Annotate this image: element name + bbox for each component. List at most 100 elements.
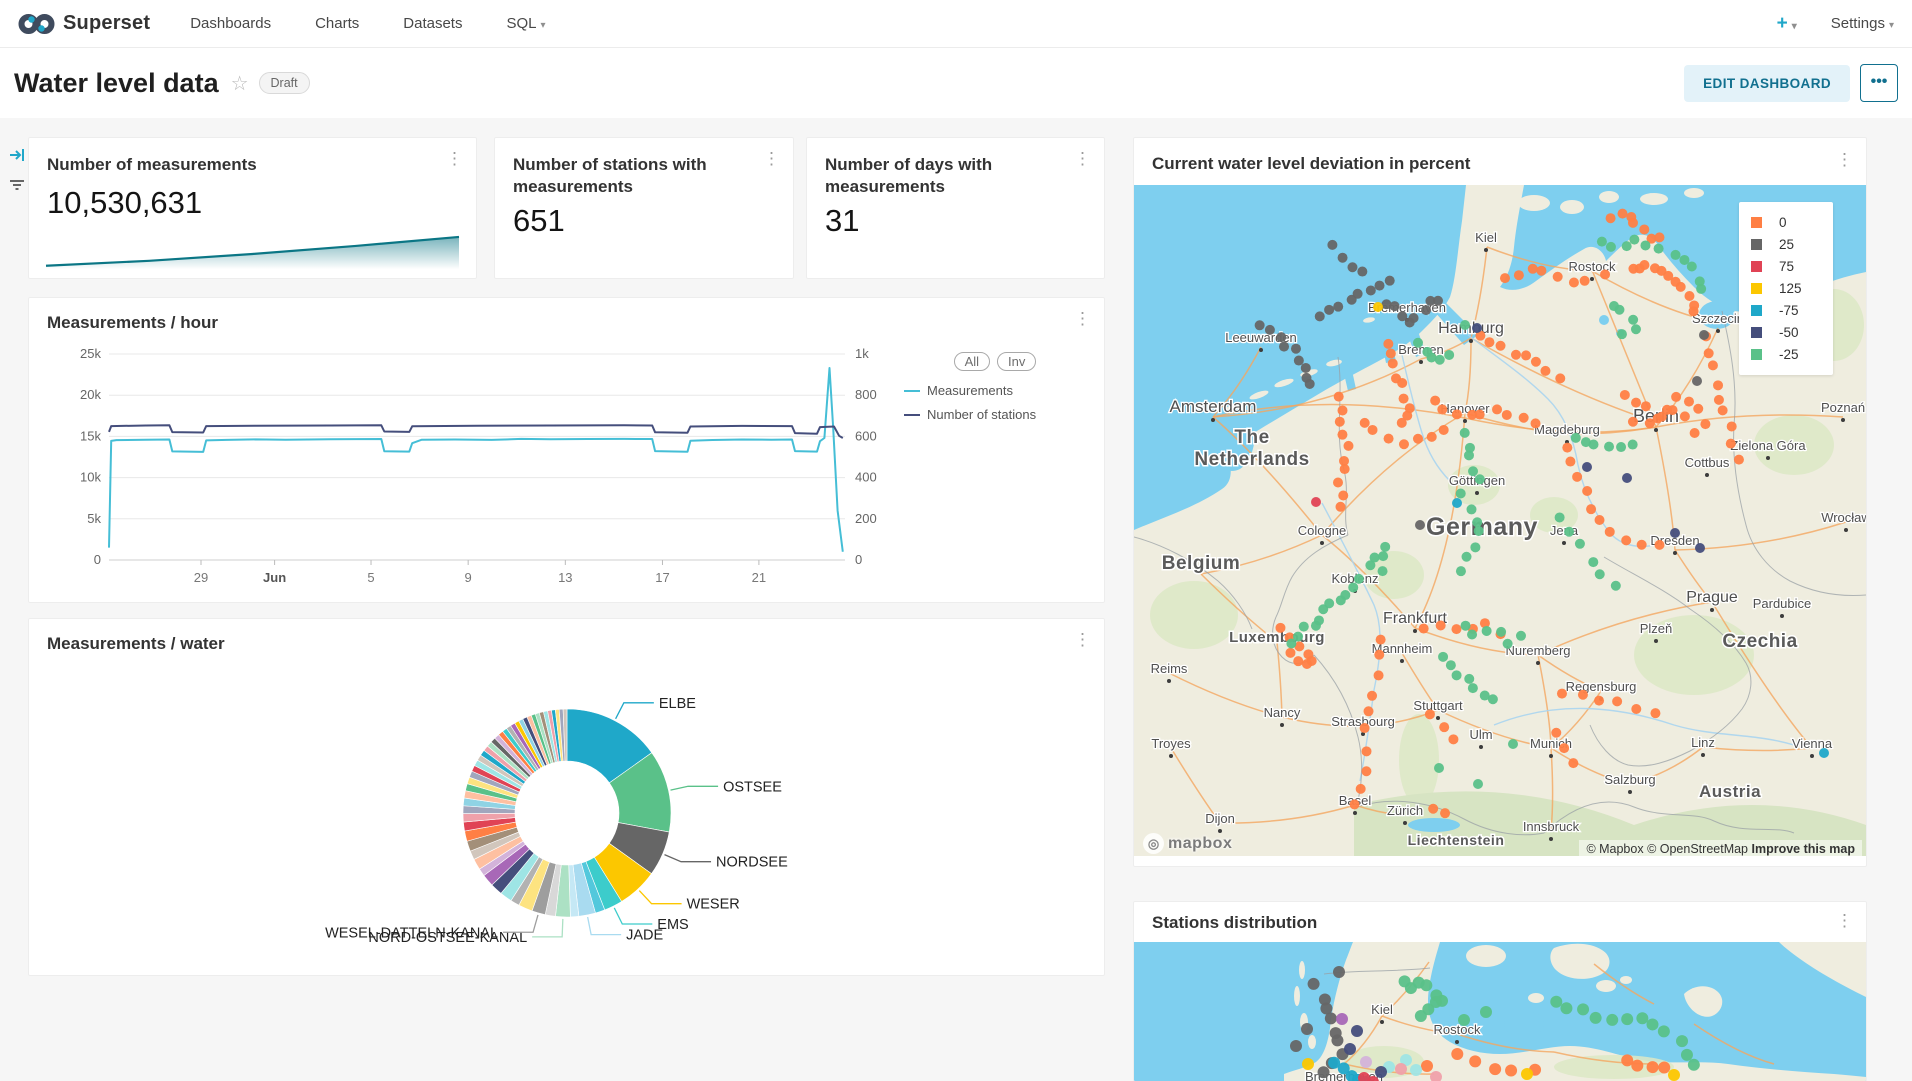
nav-item-sql[interactable]: SQL▾ xyxy=(506,15,545,32)
station-dot[interactable] xyxy=(1662,405,1672,415)
station-dot[interactable] xyxy=(1645,419,1655,429)
nav-item-charts[interactable]: Charts xyxy=(315,15,359,32)
station-dot[interactable] xyxy=(1604,442,1614,452)
station-dot[interactable] xyxy=(1360,418,1370,428)
station-dot[interactable] xyxy=(1265,325,1275,335)
station-dot[interactable] xyxy=(1469,1056,1481,1068)
station-dot[interactable] xyxy=(1343,441,1353,451)
station-dot[interactable] xyxy=(1668,1069,1680,1081)
station-dot[interactable] xyxy=(1444,350,1454,360)
station-dot[interactable] xyxy=(1421,1060,1433,1072)
station-dot[interactable] xyxy=(1386,349,1396,359)
station-dot[interactable] xyxy=(1299,622,1309,632)
station-dot[interactable] xyxy=(1684,291,1694,301)
station-dot[interactable] xyxy=(1468,467,1478,477)
station-dot[interactable] xyxy=(1621,1014,1633,1026)
station-dot[interactable] xyxy=(1480,1006,1492,1018)
add-new-button[interactable]: +▾ xyxy=(1777,13,1797,35)
card-menu-kebab-icon[interactable]: ⋮ xyxy=(1074,310,1091,327)
station-dot[interactable] xyxy=(1333,966,1345,978)
station-dot[interactable] xyxy=(1572,472,1582,482)
station-dot[interactable] xyxy=(1474,526,1484,536)
station-dot[interactable] xyxy=(1428,804,1438,814)
station-dot[interactable] xyxy=(1575,539,1585,549)
map-legend-item[interactable]: 0 xyxy=(1751,215,1821,230)
edit-dashboard-button[interactable]: EDIT DASHBOARD xyxy=(1684,65,1850,102)
station-dot[interactable] xyxy=(1595,570,1605,580)
station-dot[interactable] xyxy=(1385,276,1395,286)
expand-filter-bar-icon[interactable] xyxy=(8,146,26,164)
station-dot[interactable] xyxy=(1681,1049,1693,1061)
station-dot[interactable] xyxy=(1650,709,1660,719)
station-dot[interactable] xyxy=(1631,1060,1643,1072)
dashboard-more-button[interactable]: ••• xyxy=(1860,64,1898,102)
station-dot[interactable] xyxy=(1516,631,1526,641)
station-dot[interactable] xyxy=(1464,451,1474,461)
station-dot[interactable] xyxy=(1586,505,1596,515)
station-dot[interactable] xyxy=(1360,723,1370,733)
station-dot[interactable] xyxy=(1286,639,1296,649)
card-menu-kebab-icon[interactable]: ⋮ xyxy=(446,150,463,167)
station-dot[interactable] xyxy=(1605,527,1615,537)
station-dot[interactable] xyxy=(1378,567,1388,577)
station-dot[interactable] xyxy=(1594,696,1604,706)
station-dot[interactable] xyxy=(1336,1013,1348,1025)
station-dot[interactable] xyxy=(1395,1063,1407,1075)
station-dot[interactable] xyxy=(1354,574,1364,584)
station-dot[interactable] xyxy=(1654,233,1664,243)
station-dot[interactable] xyxy=(1413,434,1423,444)
station-dot[interactable] xyxy=(1689,307,1699,317)
station-dot[interactable] xyxy=(1285,648,1295,658)
station-dot[interactable] xyxy=(1714,395,1724,405)
station-dot[interactable] xyxy=(1421,306,1431,316)
station-dot[interactable] xyxy=(1294,356,1304,366)
map-viewport[interactable]: TheNetherlandsBelgiumLuxembourgGermanyCz… xyxy=(1134,185,1866,861)
nav-item-dashboards[interactable]: Dashboards xyxy=(190,15,271,32)
station-dot[interactable] xyxy=(1622,242,1632,252)
station-dot[interactable] xyxy=(1564,527,1574,537)
station-dot[interactable] xyxy=(1647,1062,1659,1074)
station-dot[interactable] xyxy=(1521,351,1531,361)
map-legend-item[interactable]: 75 xyxy=(1751,259,1821,274)
station-dot[interactable] xyxy=(1384,434,1394,444)
station-dot[interactable] xyxy=(1305,379,1315,389)
station-dot[interactable] xyxy=(1606,1014,1618,1026)
station-dot[interactable] xyxy=(1344,1043,1356,1055)
station-dot[interactable] xyxy=(1519,413,1529,423)
station-dot[interactable] xyxy=(1636,1013,1648,1025)
station-dot[interactable] xyxy=(1688,1059,1700,1071)
station-dot[interactable] xyxy=(1425,710,1435,720)
station-dot[interactable] xyxy=(1718,406,1728,416)
station-dot[interactable] xyxy=(1734,455,1744,465)
station-dot[interactable] xyxy=(1631,398,1641,408)
station-dot[interactable] xyxy=(1399,394,1409,404)
station-dot[interactable] xyxy=(1466,505,1476,515)
station-dot[interactable] xyxy=(1311,497,1321,507)
legend-all-button[interactable]: All xyxy=(954,352,990,371)
map-legend-item[interactable]: -50 xyxy=(1751,325,1821,340)
station-dot[interactable] xyxy=(1361,767,1371,777)
station-dot[interactable] xyxy=(1693,404,1703,414)
station-dot[interactable] xyxy=(1350,800,1360,810)
station-dot[interactable] xyxy=(1275,623,1285,633)
station-dot[interactable] xyxy=(1540,366,1550,376)
station-dot[interactable] xyxy=(1531,419,1541,429)
station-dot[interactable] xyxy=(1640,241,1650,251)
station-dot[interactable] xyxy=(1536,266,1546,276)
station-dot[interactable] xyxy=(1374,671,1384,681)
filter-icon[interactable] xyxy=(8,176,26,194)
station-dot[interactable] xyxy=(1348,583,1358,593)
station-dot[interactable] xyxy=(1580,276,1590,286)
station-dot[interactable] xyxy=(1470,543,1480,553)
station-dot[interactable] xyxy=(1458,1014,1470,1026)
station-dot[interactable] xyxy=(1699,330,1709,340)
station-dot[interactable] xyxy=(1639,225,1649,235)
station-dot[interactable] xyxy=(1708,361,1718,371)
station-dot[interactable] xyxy=(1819,748,1829,758)
station-dot[interactable] xyxy=(1582,462,1592,472)
station-dot[interactable] xyxy=(1318,1067,1330,1079)
station-dot[interactable] xyxy=(1388,359,1398,369)
station-dot[interactable] xyxy=(1301,363,1311,373)
station-dot[interactable] xyxy=(1727,422,1737,432)
station-dot[interactable] xyxy=(1700,420,1710,430)
